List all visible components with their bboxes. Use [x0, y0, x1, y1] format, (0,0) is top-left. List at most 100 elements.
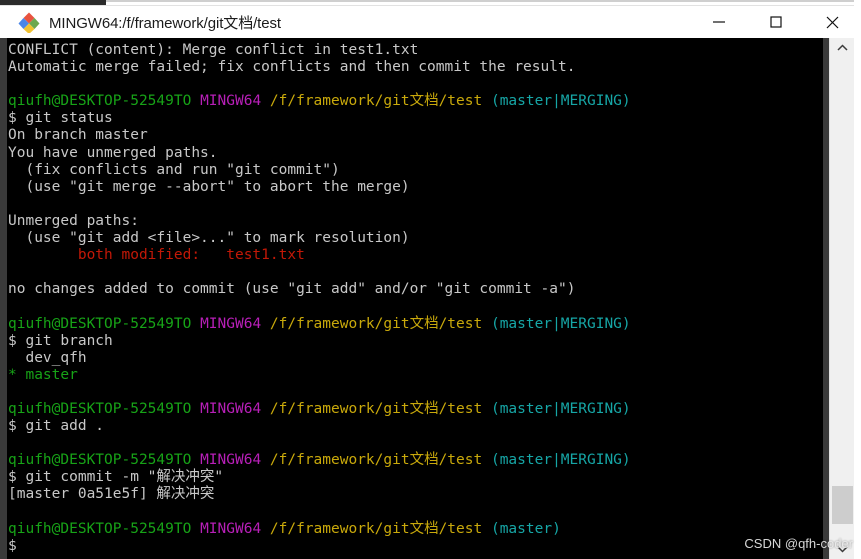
terminal-text-span: On branch master — [8, 127, 148, 144]
terminal-text-span: MINGW64 — [200, 315, 262, 332]
terminal-text-span: qiufh@DESKTOP-52549TO — [8, 520, 192, 537]
terminal-text-span: qiufh@DESKTOP-52549TO — [8, 400, 192, 417]
terminal-line: On branch master — [8, 127, 823, 144]
terminal-line: [master 0a51e5f] 解决冲突 — [8, 486, 823, 503]
scroll-up-arrow-icon[interactable] — [830, 38, 854, 58]
terminal-text-span — [261, 401, 270, 417]
terminal-text-span: (master) — [490, 520, 561, 537]
window-right-edge — [854, 0, 861, 559]
terminal-text-span: Automatic merge failed; fix conflicts an… — [8, 59, 576, 76]
terminal-line: Automatic merge failed; fix conflicts an… — [8, 59, 823, 76]
terminal-text-span: (master|MERGING) — [490, 93, 631, 110]
terminal-text-span: no changes added to commit (use "git add… — [8, 281, 576, 298]
terminal-line: qiufh@DESKTOP-52549TO MINGW64 /f/framewo… — [8, 401, 823, 418]
terminal-line: qiufh@DESKTOP-52549TO MINGW64 /f/framewo… — [8, 316, 823, 333]
window-controls — [690, 6, 861, 39]
terminal-text-span — [261, 316, 270, 332]
terminal-text-span: qiufh@DESKTOP-52549TO — [8, 315, 192, 332]
terminal-text-span: MINGW64 — [200, 520, 262, 537]
terminal-text-span: $ git status — [8, 110, 113, 127]
terminal-text-span: (master|MERGING) — [490, 315, 631, 332]
terminal-text-span: Unmerged paths: — [8, 212, 139, 229]
terminal-text-span — [261, 521, 270, 537]
terminal-text-span: $ git branch — [8, 332, 113, 349]
terminal-text-span: qiufh@DESKTOP-52549TO — [8, 452, 192, 469]
terminal-area: CONFLICT (content): Merge conflict in te… — [0, 38, 861, 559]
terminal-line: $ git status — [8, 110, 823, 127]
terminal-line: qiufh@DESKTOP-52549TO MINGW64 /f/framewo… — [8, 452, 823, 469]
terminal-text-span — [191, 316, 200, 332]
maximize-button[interactable] — [747, 6, 804, 39]
window-title: MINGW64:/f/framework/git文档/test — [49, 14, 281, 32]
terminal-line: $ — [8, 538, 823, 555]
terminal-text-span: (fix conflicts and run "git commit") — [8, 161, 340, 178]
terminal-text-span: CONFLICT (content): Merge conflict in te… — [8, 42, 419, 58]
terminal-line: (fix conflicts and run "git commit") — [8, 162, 823, 179]
terminal-text-span: /f/framework/git文档/test — [269, 452, 483, 469]
terminal-text-span: both modified: test1.txt — [8, 247, 305, 264]
terminal-text-span: MINGW64 — [200, 452, 262, 469]
terminal-line: $ git commit -m "解决冲突" — [8, 469, 823, 486]
terminal-text-span — [191, 93, 200, 109]
terminal-text-span: dev_qfh — [8, 349, 87, 366]
terminal-text-span: (use "git add <file>..." to mark resolut… — [8, 230, 410, 247]
terminal-text-span — [482, 521, 491, 537]
terminal-text-span: $ git commit -m "解决冲突" — [8, 469, 224, 486]
terminal-line: * master — [8, 367, 823, 384]
mingw-diamond-icon — [18, 11, 40, 33]
terminal-text-span: (master|MERGING) — [490, 452, 631, 469]
terminal-line: CONFLICT (content): Merge conflict in te… — [8, 42, 823, 59]
terminal-line: You have unmerged paths. — [8, 145, 823, 162]
vertical-scrollbar[interactable] — [829, 38, 854, 559]
terminal-text-span: /f/framework/git文档/test — [269, 315, 483, 332]
terminal-text-span — [191, 521, 200, 537]
terminal-text-span: MINGW64 — [200, 400, 262, 417]
terminal-line: both modified: test1.txt — [8, 247, 823, 264]
terminal-line: Unmerged paths: — [8, 213, 823, 230]
terminal-line: $ git branch — [8, 333, 823, 350]
terminal-text-span: /f/framework/git文档/test — [269, 93, 483, 110]
terminal-line: qiufh@DESKTOP-52549TO MINGW64 /f/framewo… — [8, 521, 823, 538]
scrollbar-thumb[interactable] — [832, 486, 853, 524]
terminal-line: no changes added to commit (use "git add… — [8, 281, 823, 298]
close-button[interactable] — [804, 6, 861, 39]
minimize-button[interactable] — [690, 6, 747, 39]
window-top-border — [106, 0, 861, 2]
terminal-text-span: qiufh@DESKTOP-52549TO — [8, 93, 192, 110]
terminal-text-span: You have unmerged paths. — [8, 144, 218, 161]
terminal-text-span — [261, 93, 270, 109]
terminal-text-span: (use "git merge --abort" to abort the me… — [8, 178, 410, 195]
terminal-line: $ git add . — [8, 418, 823, 435]
terminal-line: dev_qfh — [8, 350, 823, 367]
terminal-text-span: * master — [8, 366, 78, 383]
terminal-text-span: $ — [8, 537, 17, 554]
mintty-terminal-window: MINGW64:/f/framework/git文档/test CONFLICT… — [0, 0, 861, 559]
terminal-text-span: /f/framework/git文档/test — [269, 520, 483, 537]
terminal-text-span — [482, 93, 491, 109]
terminal-line: (use "git merge --abort" to abort the me… — [8, 179, 823, 196]
terminal-text-span — [191, 401, 200, 417]
terminal-text-span — [482, 316, 491, 332]
terminal-text-span — [482, 452, 491, 468]
terminal-line: qiufh@DESKTOP-52549TO MINGW64 /f/framewo… — [8, 93, 823, 110]
terminal-output[interactable]: CONFLICT (content): Merge conflict in te… — [7, 38, 823, 559]
terminal-text-span: (master|MERGING) — [490, 400, 631, 417]
terminal-text-span: /f/framework/git文档/test — [269, 400, 483, 417]
terminal-text-span: [master 0a51e5f] 解决冲突 — [8, 486, 215, 503]
csdn-watermark: CSDN @qfh-coder — [744, 536, 853, 551]
terminal-text-span — [261, 452, 270, 468]
terminal-text-span — [191, 452, 200, 468]
terminal-text-span — [482, 401, 491, 417]
title-bar[interactable]: MINGW64:/f/framework/git文档/test — [0, 5, 861, 38]
terminal-text-span: MINGW64 — [200, 93, 262, 110]
terminal-text-span: $ git add . — [8, 418, 105, 435]
terminal-line: (use "git add <file>..." to mark resolut… — [8, 230, 823, 247]
terminal-left-border — [0, 38, 7, 559]
